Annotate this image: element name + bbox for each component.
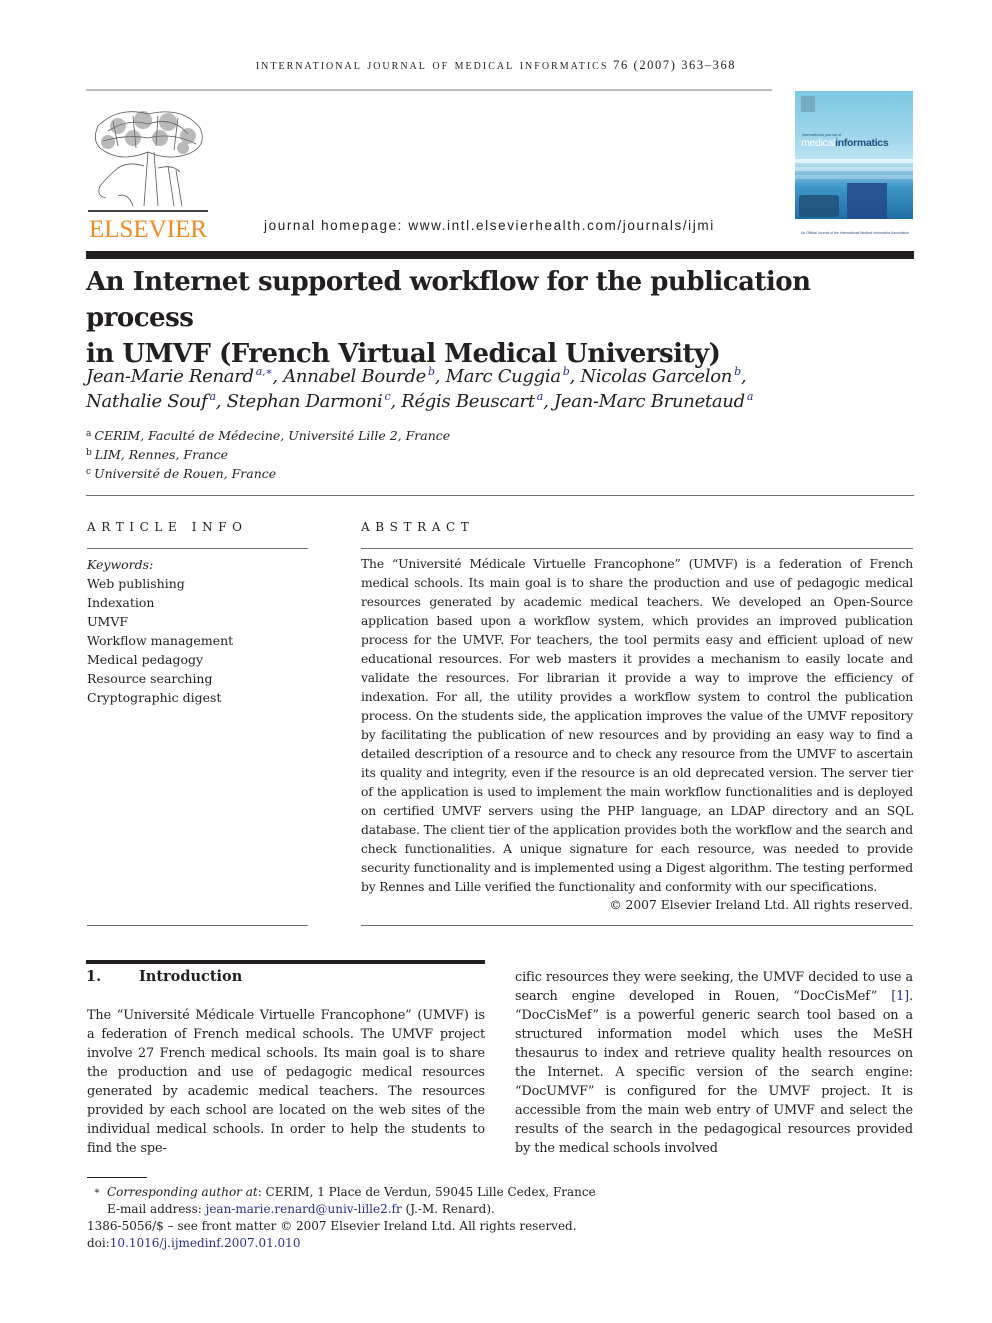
footnote-star: ∗: [93, 1186, 101, 1197]
email-suffix: (J.-M. Renard).: [401, 1202, 495, 1216]
author-list: Jean-Marie Renard a,∗, Annabel Bourde b, M…: [86, 364, 926, 414]
affiliation: b LIM, Rennes, France: [86, 445, 450, 464]
author-line-1: Jean-Marie Renard a,∗, Annabel Bourde b, M…: [86, 364, 926, 389]
email-label: E-mail address:: [107, 1202, 206, 1216]
affiliations: a CERIM, Faculté de Médecine, Université …: [86, 426, 450, 483]
keyword: Workflow management: [87, 633, 234, 648]
volume-pages: 76 (2007) 363–368: [613, 58, 737, 72]
author-sep: ,: [215, 391, 227, 412]
introduction-heading: 1. Introduction: [86, 968, 242, 985]
article-info-rule: [87, 548, 308, 549]
author-name: Jean-Marc Brunetaud: [553, 391, 745, 412]
running-head: International Journal of Medical Informa…: [0, 58, 992, 74]
author-sep: ,: [740, 366, 747, 387]
author-line-2: Nathalie Souf a, Stephan Darmoni c, Régis …: [86, 389, 926, 414]
title-rule: [86, 251, 914, 259]
author-sep: ,: [543, 391, 554, 412]
author-name: Annabel Bourde: [283, 366, 427, 387]
affiliation-key: a: [86, 429, 92, 439]
keyword: Medical pedagogy: [87, 652, 204, 667]
author-sep: ,: [390, 391, 402, 412]
doi-link[interactable]: 10.1016/j.ijmedinf.2007.01.010: [110, 1236, 301, 1250]
elsevier-wordmark: ELSEVIER: [88, 216, 208, 243]
email-link[interactable]: jean-marie.renard@univ-lille2.fr: [206, 1202, 402, 1216]
cover-band: [795, 175, 913, 179]
footnotes: ∗ Corresponding author at: CERIM, 1 Place…: [87, 1183, 596, 1252]
corresponding-address: : CERIM, 1 Place de Verdun, 59045 Lille …: [257, 1185, 596, 1199]
cover-band: [795, 167, 913, 171]
footnote-rule: [87, 1177, 147, 1178]
paragraph-text: cific resources they were seeking, the U…: [515, 970, 913, 1004]
author-name: Nicolas Garcelon: [580, 366, 733, 387]
affiliation-key: c: [86, 467, 92, 477]
journal-homepage[interactable]: journal homepage: www.intl.elsevierhealt…: [264, 218, 715, 233]
introduction-right-column: cific resources they were seeking, the U…: [515, 968, 913, 1158]
journal-name: International Journal of Medical Informa…: [255, 58, 609, 73]
author-affil-link[interactable]: a,∗: [256, 365, 273, 378]
introduction-rule: [86, 960, 485, 964]
keywords-label: Keywords:: [87, 557, 154, 572]
elsevier-logo: ELSEVIER: [86, 104, 210, 242]
author-name: Marc Cuggia: [445, 366, 561, 387]
doi-line: doi:10.1016/j.ijmedinf.2007.01.010: [87, 1235, 596, 1252]
corresponding-label: Corresponding author at: [107, 1185, 258, 1199]
corresponding-author-note: ∗ Corresponding author at: CERIM, 1 Place…: [87, 1183, 596, 1201]
article-title: An Internet supported workflow for the p…: [86, 264, 926, 372]
affiliations-rule: [86, 495, 914, 496]
email-note: E-mail address: jean-marie.renard@univ-l…: [87, 1201, 596, 1218]
cover-image-screen: [847, 183, 887, 219]
abstract-heading: ABSTRACT: [361, 520, 475, 534]
section-title: Introduction: [139, 968, 243, 985]
keyword: Indexation: [87, 595, 155, 610]
cover-title-bold: informatics: [835, 137, 889, 149]
author-name: Jean-Marie Renard: [86, 366, 254, 387]
reference-link[interactable]: [1]: [891, 989, 909, 1004]
cover-image-patient: [799, 195, 839, 217]
affiliation-text: Université de Rouen, France: [94, 466, 277, 481]
author-name: Nathalie Souf: [86, 391, 208, 412]
cover-band: [795, 159, 913, 163]
cover-title-light: medical: [801, 137, 836, 149]
keywords: Keywords: Web publishing Indexation UMVF…: [87, 555, 233, 707]
author-sep: ,: [434, 366, 446, 387]
keyword: Web publishing: [87, 576, 185, 591]
cover-caption: An Official Journal of the International…: [800, 231, 910, 235]
author-sep: ,: [569, 366, 581, 387]
author-name: Stephan Darmoni: [226, 391, 383, 412]
affiliation: a CERIM, Faculté de Médecine, Université …: [86, 426, 450, 445]
journal-cover: international journal of medicalinformat…: [795, 91, 913, 219]
section-number: 1.: [86, 968, 102, 985]
cover-elsevier-icon: [801, 96, 815, 112]
issn-line: 1386-5056/$ – see front matter © 2007 El…: [87, 1219, 577, 1233]
abstract-copyright: © 2007 Elsevier Ireland Ltd. All rights …: [609, 898, 913, 912]
article-info-heading: ARTICLE INFO: [87, 520, 248, 534]
keyword: Resource searching: [87, 671, 213, 686]
paragraph-text: . “DocCisMef” is a powerful generic sear…: [515, 989, 913, 1156]
author-affil-link[interactable]: a: [747, 390, 754, 403]
affiliation-key: b: [86, 448, 92, 458]
affiliation-text: CERIM, Faculté de Médecine, Université L…: [94, 428, 451, 443]
doi-label: doi:: [87, 1236, 110, 1250]
cover-title: medicalinformatics: [801, 137, 889, 149]
introduction-left-column: The “Université Médicale Virtuelle Franc…: [87, 1008, 485, 1156]
affiliation-text: LIM, Rennes, France: [94, 447, 228, 462]
author-sep: ,: [272, 366, 284, 387]
abstract-text: The “Université Médicale Virtuelle Franc…: [361, 557, 913, 894]
author-affil-link[interactable]: b: [734, 365, 741, 378]
header-rule: [86, 89, 772, 91]
affiliation: c Université de Rouen, France: [86, 464, 450, 483]
abstract-rule: [361, 548, 913, 549]
article-info-bottom-rule: [87, 925, 308, 926]
title-line-1: An Internet supported workflow for the p…: [86, 267, 811, 333]
author-affil-link[interactable]: b: [563, 365, 570, 378]
abstract-bottom-rule: [361, 925, 913, 926]
elsevier-tree-icon: [88, 111, 208, 212]
keyword: Cryptographic digest: [87, 690, 222, 705]
keyword: UMVF: [87, 614, 129, 629]
author-affil-link[interactable]: b: [428, 365, 435, 378]
author-name: Régis Beuscart: [401, 391, 535, 412]
